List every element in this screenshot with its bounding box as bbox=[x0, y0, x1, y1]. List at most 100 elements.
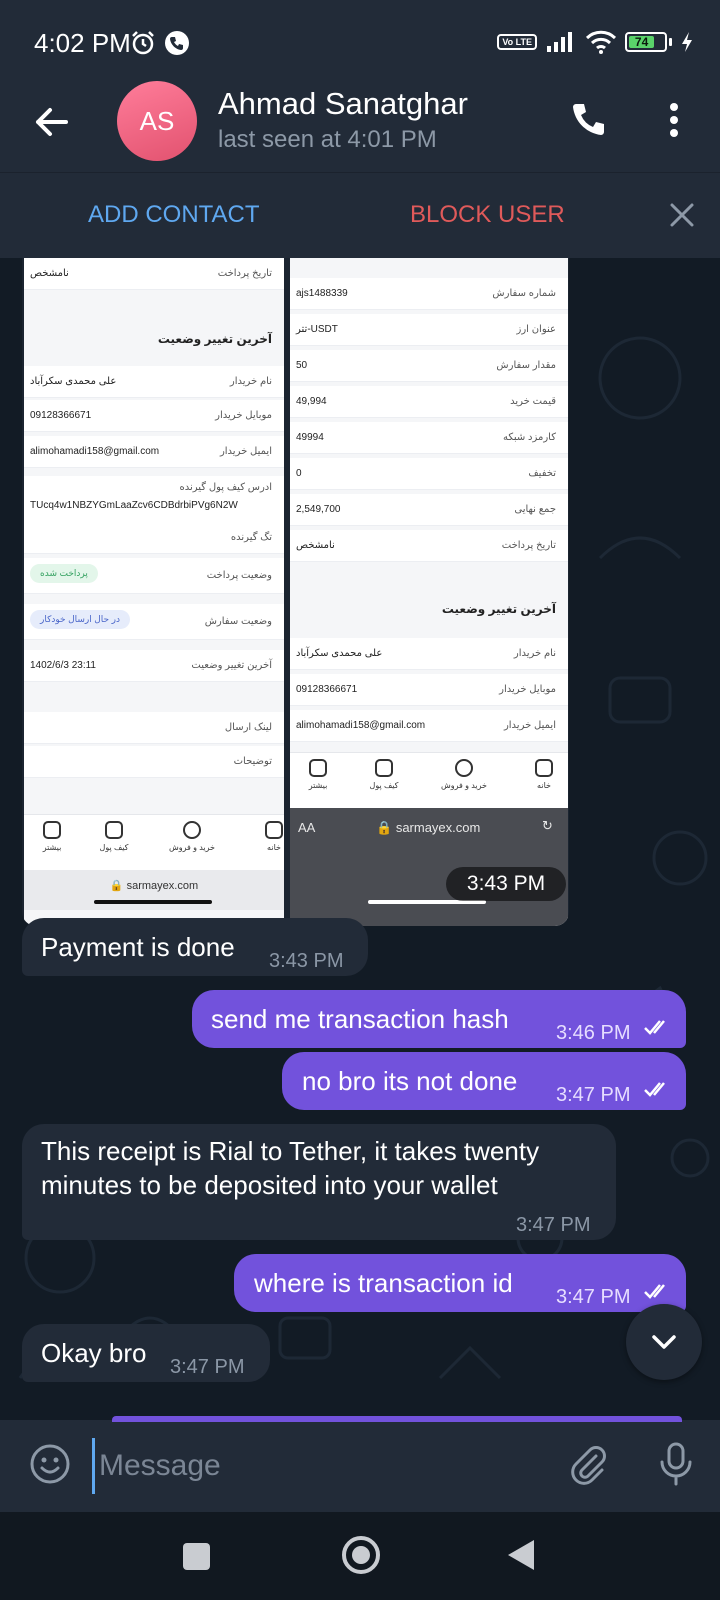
phone-icon bbox=[573, 104, 604, 135]
status-icons-right: Vo LTE 74 bbox=[497, 30, 694, 54]
message-time: 3:46 PM bbox=[556, 1022, 631, 1044]
image-timestamp: 3:43 PM bbox=[446, 867, 566, 901]
message-input[interactable] bbox=[92, 1438, 532, 1494]
message-time: 3:47 PM bbox=[556, 1286, 631, 1308]
receipt-row: عنوان ارز تتر-USDT bbox=[290, 314, 568, 346]
battery-level: 74 bbox=[629, 36, 655, 49]
contact-name[interactable]: Ahmad Sanatghar bbox=[218, 86, 468, 122]
image-message[interactable]: تاریخ پرداخت نامشخص آخرین تغییر وضعیت نام… bbox=[22, 258, 569, 926]
tab-home: خانه bbox=[246, 821, 284, 852]
receipt-row: تاریخ پرداخت نامشخص bbox=[290, 530, 568, 562]
message-text: send me transaction hash bbox=[211, 1004, 509, 1034]
avatar[interactable]: AS bbox=[117, 81, 197, 161]
screenshot-right: شماره سفارش ajs1488339 عنوان ارز تتر-USDT … bbox=[290, 258, 568, 926]
system-back-button[interactable] bbox=[508, 1540, 534, 1570]
more-vertical-icon bbox=[670, 103, 678, 137]
avatar-initials: AS bbox=[139, 105, 175, 136]
incoming-message[interactable]: Payment is done 3:43 PM bbox=[22, 918, 368, 976]
voice-message-button[interactable] bbox=[654, 1440, 698, 1488]
message-time: 3:47 PM bbox=[170, 1356, 245, 1378]
call-button[interactable] bbox=[566, 98, 610, 142]
scroll-to-bottom-button[interactable] bbox=[626, 1304, 702, 1380]
tab-more: بیشتر bbox=[290, 759, 346, 790]
message-time: 3:43 PM bbox=[269, 950, 344, 972]
double-check-icon bbox=[644, 1020, 665, 1035]
paperclip-icon bbox=[571, 1446, 606, 1485]
receipt-row: کارمزد شبکه 49994 bbox=[290, 422, 568, 454]
section-title: آخرین تغییر وضعیت bbox=[157, 332, 272, 346]
tab-more: بیشتر bbox=[24, 821, 80, 852]
block-user-button[interactable]: BLOCK USER bbox=[410, 201, 565, 229]
message-text: Payment is done bbox=[41, 932, 235, 962]
tab-trade: خرید و فروش bbox=[164, 821, 220, 852]
microphone-icon bbox=[660, 1442, 692, 1486]
outgoing-message[interactable]: where is transaction id 3:47 PM bbox=[234, 1254, 686, 1312]
alarm-icon bbox=[132, 31, 154, 55]
tab-trade: خرید و فروش bbox=[436, 759, 492, 790]
close-icon bbox=[670, 203, 694, 227]
chat-messages-area[interactable]: تاریخ پرداخت نامشخص آخرین تغییر وضعیت نام… bbox=[0, 258, 720, 1420]
receipt-row: جمع نهایی 2,549,700 bbox=[290, 494, 568, 526]
receipt-row: نام خریدار علی محمدی سکرآباد bbox=[290, 638, 568, 670]
emoji-button[interactable] bbox=[28, 1442, 72, 1486]
message-text: Okay bro bbox=[41, 1338, 147, 1368]
receipt-row: آخرین تغییر وضعیت 1402/6/3 23:11 bbox=[24, 650, 284, 682]
receipt-row: تگ گیرنده bbox=[24, 522, 284, 554]
home-button[interactable] bbox=[342, 1536, 380, 1574]
smiley-icon bbox=[30, 1444, 70, 1484]
back-button[interactable] bbox=[30, 100, 74, 144]
signal-icon bbox=[547, 32, 572, 52]
receipt-row: مقدار سفارش 50 bbox=[290, 350, 568, 382]
incoming-message[interactable]: This receipt is Rial to Tether, it takes… bbox=[22, 1124, 616, 1240]
home-indicator bbox=[94, 900, 212, 904]
partial-outgoing-message bbox=[112, 1416, 682, 1422]
receipt-row: لینک ارسال bbox=[24, 712, 284, 744]
message-text-line1: This receipt is Rial to Tether, it takes… bbox=[41, 1136, 540, 1166]
browser-url-bar: AA 🔒 sarmayex.com ↻ bbox=[290, 808, 568, 848]
receipt-row: توضیحات bbox=[24, 746, 284, 778]
last-seen-status: last seen at 4:01 PM bbox=[218, 126, 437, 153]
reload-icon: ↻ bbox=[542, 818, 553, 833]
message-text-line2: minutes to be deposited into your wallet bbox=[41, 1170, 498, 1200]
section-title: آخرین تغییر وضعیت bbox=[441, 602, 556, 616]
outgoing-message[interactable]: no bro its not done 3:47 PM bbox=[282, 1052, 686, 1110]
double-check-icon bbox=[644, 1082, 665, 1097]
receipt-row: قیمت خرید 49,994 bbox=[290, 386, 568, 418]
receipt-row: ایمیل خریدار alimohamadi158@gmail.com bbox=[290, 710, 568, 742]
volte-icon: Vo LTE bbox=[497, 34, 537, 50]
message-composer bbox=[0, 1416, 720, 1512]
attach-button[interactable] bbox=[566, 1442, 610, 1486]
screenshot-left: تاریخ پرداخت نامشخص آخرین تغییر وضعیت نام… bbox=[24, 258, 284, 926]
receipt-row: نام خریدار علی محمدی سکرآباد bbox=[24, 366, 284, 398]
more-options-button[interactable] bbox=[652, 98, 696, 142]
add-contact-button[interactable]: ADD CONTACT bbox=[88, 201, 260, 229]
phone-call-icon bbox=[165, 31, 189, 55]
receipt-row: موبایل خریدار 09128366671 bbox=[24, 400, 284, 432]
chevron-down-icon bbox=[652, 1335, 676, 1349]
payment-status-badge: پرداخت شده bbox=[30, 564, 98, 583]
site-tab-bar: بیشتر کیف پول خرید و فروش خانه bbox=[290, 752, 568, 808]
status-icons-left bbox=[130, 30, 190, 56]
close-action-bar-button[interactable] bbox=[664, 197, 700, 233]
receipt-row: ادرس کیف پول گیرنده TUcq4w1NBZYGmLaaZcv6C… bbox=[24, 476, 284, 524]
wifi-icon bbox=[585, 30, 617, 54]
battery-icon: 74 bbox=[625, 32, 672, 52]
tab-wallet: کیف پول bbox=[86, 821, 142, 852]
chat-header: AS Ahmad Sanatghar last seen at 4:01 PM bbox=[0, 80, 720, 172]
receipt-row: شماره سفارش ajs1488339 bbox=[290, 278, 568, 310]
status-bar: 4:02 PM Vo LTE 74 bbox=[0, 0, 720, 80]
receipt-row: تاریخ پرداخت نامشخص bbox=[24, 258, 284, 290]
tab-wallet: کیف پول bbox=[356, 759, 412, 790]
message-text: no bro its not done bbox=[302, 1066, 518, 1096]
message-time: 3:47 PM bbox=[556, 1084, 631, 1106]
message-text: where is transaction id bbox=[254, 1268, 513, 1298]
arrow-left-icon bbox=[36, 108, 68, 136]
incoming-message[interactable]: Okay bro 3:47 PM bbox=[22, 1324, 270, 1382]
recent-apps-button[interactable] bbox=[183, 1543, 210, 1570]
receipt-row: تخفیف 0 bbox=[290, 458, 568, 490]
receipt-row: موبایل خریدار 09128366671 bbox=[290, 674, 568, 706]
browser-url-bar: 🔒 sarmayex.com bbox=[24, 870, 284, 910]
receipt-row: ایمیل خریدار alimohamadi158@gmail.com bbox=[24, 436, 284, 468]
outgoing-message[interactable]: send me transaction hash 3:46 PM bbox=[192, 990, 686, 1048]
contact-action-bar: ADD CONTACT BLOCK USER bbox=[0, 172, 720, 258]
